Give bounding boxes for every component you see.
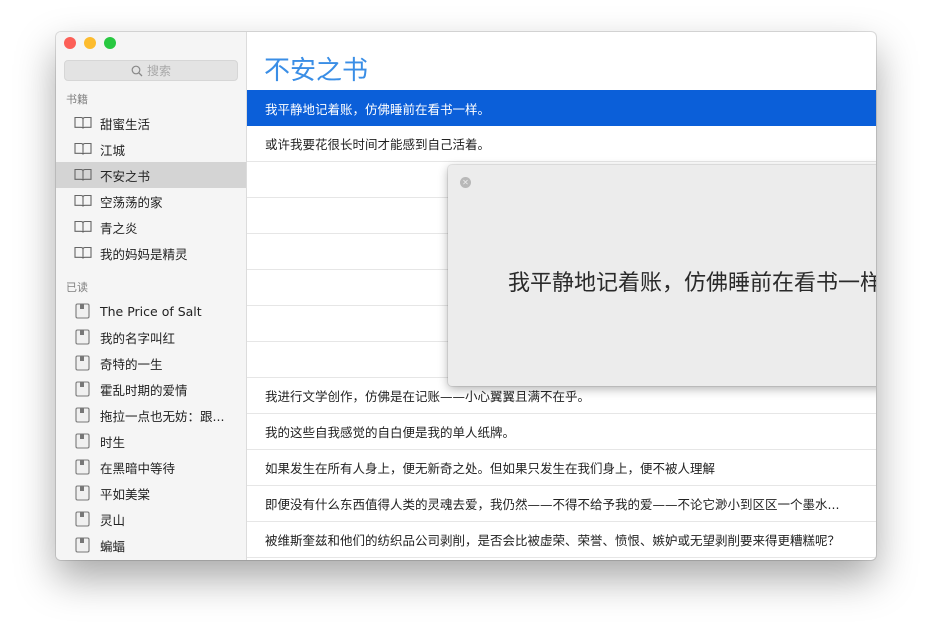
sidebar-item-label: The Price of Salt — [100, 303, 202, 319]
book-open-icon — [74, 220, 92, 233]
sidebar-item[interactable]: 空荡荡的家 — [56, 188, 246, 214]
sidebar-item[interactable]: 我的妈妈是精灵 — [56, 240, 246, 266]
sidebar-item[interactable]: 不安之书 — [56, 162, 246, 188]
app-window: 搜索 书籍 甜蜜生活 江城 不安之书 空荡荡的家 青之炎 我的妈妈是精灵 已读 The P… — [56, 32, 876, 560]
quote-text: 我进行文学创作，仿佛是在记账——小心翼翼且满不在乎。 — [265, 389, 591, 404]
sidebar-item[interactable]: 平如美棠 — [56, 480, 246, 506]
sidebar-item[interactable]: 青之炎 — [56, 214, 246, 240]
quote-text: 如果发生在所有人身上，便无新奇之处。但如果只发生在我们身上，便不被人理解 — [265, 461, 716, 476]
quote-row[interactable]: 我的这些自我感觉的自白便是我的单人纸牌。 — [247, 414, 876, 450]
sidebar-item-label: 甜蜜生活 — [100, 116, 151, 132]
book-closed-icon — [75, 485, 90, 501]
sidebar-item-label: 奇特的一生 — [100, 356, 163, 372]
book-open-icon — [74, 246, 92, 259]
sidebar-item[interactable]: The Price of Salt — [56, 298, 246, 324]
quote-text: 或许我要花很长时间才能感到自己活着。 — [265, 137, 491, 152]
sidebar-item-label: 江城 — [100, 142, 126, 158]
book-closed-icon — [75, 433, 90, 449]
book-closed-icon — [75, 459, 90, 475]
quote-row[interactable]: 或许我要花很长时间才能感到自己活着。 — [247, 126, 876, 162]
sidebar-item-label: 霍乱时期的爱情 — [100, 382, 188, 398]
sidebar-item-label: 青之炎 — [100, 220, 138, 236]
quote-row[interactable]: 被维斯奎兹和他们的纺织品公司剥削，是否会比被虚荣、荣誉、愤恨、嫉妒或无望剥削要来… — [247, 522, 876, 558]
quote-text: 被维斯奎兹和他们的纺织品公司剥削，是否会比被虚荣、荣誉、愤恨、嫉妒或无望剥削要来… — [265, 533, 841, 548]
sidebar-item[interactable]: 拖拉一点也无妨：跟... — [56, 402, 246, 428]
books-section-header: 书籍 — [66, 93, 88, 106]
book-open-icon — [74, 168, 92, 181]
sidebar-item[interactable]: 时生 — [56, 428, 246, 454]
read-section-header: 已读 — [66, 281, 88, 294]
sidebar: 搜索 书籍 甜蜜生活江城不安之书空荡荡的家青之炎我的妈妈是精灵 已读 The P… — [56, 32, 247, 560]
sidebar-item-label: 灵山 — [100, 512, 126, 528]
quote-popover: ✕ i 我平静地记着账，仿佛睡前在看书一样。 — [448, 165, 876, 386]
sidebar-item-label: 时生 — [100, 434, 126, 450]
sidebar-item-label: 拖拉一点也无妨：跟... — [100, 408, 225, 424]
sidebar-item-label: 蝙蝠 — [100, 538, 126, 554]
quote-text: 我平静地记着账，仿佛睡前在看书一样。 — [265, 101, 491, 117]
book-closed-icon — [75, 329, 90, 345]
search-placeholder: 搜索 — [146, 64, 171, 78]
book-closed-icon — [75, 303, 90, 319]
zoom-window-button[interactable] — [104, 37, 116, 49]
quote-row[interactable]: 如果发生在所有人身上，便无新奇之处。但如果只发生在我们身上，便不被人理解 — [247, 450, 876, 486]
sidebar-item[interactable]: 在黑暗中等待 — [56, 454, 246, 480]
sidebar-item[interactable]: 蝙蝠 — [56, 532, 246, 558]
main-content: 不安之书 我平静地记着账，仿佛睡前在看书一样。 或许我要花很长时间才能感到自己活着… — [247, 32, 876, 560]
quote-text: 即便没有什么东西值得人类的灵魂去爱，我仍然——不得不给予我的爱——不论它渺小到区… — [265, 497, 840, 512]
book-open-icon — [74, 194, 92, 207]
sidebar-item-label: 平如美棠 — [100, 486, 151, 502]
sidebar-item-label: 我的妈妈是精灵 — [100, 246, 188, 262]
sidebar-item-label: 我的名字叫红 — [100, 330, 176, 346]
sidebar-item-label: 在黑暗中等待 — [100, 460, 176, 476]
search-input[interactable]: 搜索 — [64, 60, 238, 81]
page-title: 不安之书 — [264, 56, 369, 86]
sidebar-item[interactable]: 奇特的一生 — [56, 350, 246, 376]
sidebar-item[interactable]: 我的名字叫红 — [56, 324, 246, 350]
book-open-icon — [74, 116, 92, 129]
quote-row[interactable]: 即便没有什么东西值得人类的灵魂去爱，我仍然——不得不给予我的爱——不论它渺小到区… — [247, 486, 876, 522]
sidebar-item[interactable]: 江城 — [56, 136, 246, 162]
sidebar-item-label: 不安之书 — [100, 168, 151, 184]
book-closed-icon — [75, 511, 90, 527]
book-closed-icon — [75, 537, 90, 553]
quote-row[interactable]: 我平静地记着账，仿佛睡前在看书一样。 — [247, 90, 876, 126]
close-window-button[interactable] — [64, 37, 76, 49]
book-closed-icon — [75, 355, 90, 371]
sidebar-item[interactable]: 甜蜜生活 — [56, 110, 246, 136]
book-closed-icon — [75, 407, 90, 423]
sidebar-item[interactable]: 灵山 — [56, 506, 246, 532]
book-open-icon — [74, 142, 92, 155]
sidebar-item[interactable]: 霍乱时期的爱情 — [56, 376, 246, 402]
minimize-window-button[interactable] — [84, 37, 96, 49]
search-icon — [131, 65, 143, 76]
popover-quote: 我平静地记着账，仿佛睡前在看书一样。 — [508, 271, 876, 296]
sidebar-item-label: 空荡荡的家 — [100, 194, 163, 210]
close-icon[interactable]: ✕ — [460, 177, 471, 188]
quote-text: 我的这些自我感觉的自白便是我的单人纸牌。 — [265, 425, 516, 440]
book-closed-icon — [75, 381, 90, 397]
